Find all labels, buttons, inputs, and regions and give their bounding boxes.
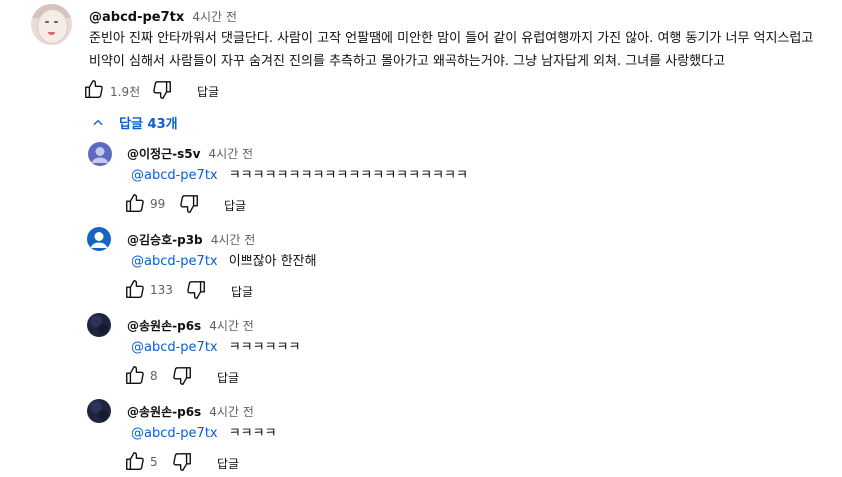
reply-header: @송원손-p6s 4시간 전 [127, 401, 254, 420]
comment-text-line: 준빈아 진짜 안타까워서 댓글단다. 사람이 고작 언팔땜에 미안한 맘이 들어… [89, 31, 814, 46]
reply-time[interactable]: 4시간 전 [209, 147, 254, 161]
reply-header: @김승호-p3b 4시간 전 [127, 229, 255, 248]
avatar[interactable] [87, 313, 111, 337]
like-button[interactable] [124, 364, 146, 386]
reply-author[interactable]: @송원손-p6s [127, 405, 201, 419]
like-button[interactable] [124, 192, 146, 214]
avatar[interactable] [31, 4, 72, 45]
like-button[interactable] [124, 450, 146, 472]
comment-text-line: 비약이 심해서 사람들이 자꾸 숨겨진 진의를 추측하고 몰아가고 왜곡하는거야… [89, 54, 726, 69]
dislike-button[interactable] [151, 79, 173, 101]
like-count: 99 [150, 197, 166, 211]
reply-time[interactable]: 4시간 전 [209, 319, 254, 333]
reply-button[interactable]: 답글 [217, 455, 239, 472]
reply-text-body: ㅋㅋㅋㅋㅋㅋㅋㅋㅋㅋㅋㅋㅋㅋㅋㅋㅋㅋㅋㅋ [228, 168, 468, 183]
reply-time[interactable]: 4시간 전 [211, 233, 256, 247]
replies-toggle-label: 답글 43개 [119, 117, 178, 132]
like-count: 5 [150, 455, 158, 469]
reply-mention-link[interactable]: @abcd-pe7tx [131, 340, 218, 355]
thumbs-down-icon [180, 195, 198, 213]
avatar[interactable] [87, 399, 111, 423]
reply-text: @abcd-pe7tx 이쁘잖아 한잔해 [131, 250, 317, 273]
reply-text-body: ㅋㅋㅋㅋㅋㅋ [228, 340, 301, 355]
avatar[interactable] [87, 227, 111, 251]
comment-author[interactable]: @abcd-pe7tx [89, 10, 184, 25]
reply-author[interactable]: @이정근-s5v [127, 147, 200, 161]
thumbs-up-icon [126, 280, 144, 298]
thumbs-down-icon [173, 453, 191, 471]
reply-header: @송원손-p6s 4시간 전 [127, 315, 254, 334]
reply-text-body: ㅋㅋㅋㅋ [228, 426, 277, 441]
comment-time[interactable]: 4시간 전 [192, 10, 237, 24]
reply-button[interactable]: 답글 [224, 197, 246, 214]
reply-button[interactable]: 답글 [217, 369, 239, 386]
like-button[interactable] [124, 278, 146, 300]
reply-button[interactable]: 답글 [231, 283, 253, 300]
reply-mention-link[interactable]: @abcd-pe7tx [131, 254, 218, 269]
replies-toggle-button[interactable]: 답글 43개 [91, 113, 178, 132]
reply-mention-link[interactable]: @abcd-pe7tx [131, 168, 218, 183]
reply-text-body: 이쁘잖아 한잔해 [228, 254, 317, 269]
dislike-button[interactable] [171, 365, 193, 387]
chevron-up-icon [93, 119, 103, 126]
like-button[interactable] [83, 78, 105, 100]
thumbs-up-icon [126, 366, 144, 384]
like-count: 133 [150, 283, 173, 297]
thumbs-down-icon [173, 367, 191, 385]
reply-time[interactable]: 4시간 전 [209, 405, 254, 419]
dislike-button[interactable] [171, 451, 193, 473]
comment-text: 준빈아 진짜 안타까워서 댓글단다. 사람이 고작 언팔땜에 미안한 맘이 들어… [89, 27, 813, 73]
like-count: 8 [150, 369, 158, 383]
avatar[interactable] [88, 142, 112, 166]
dislike-button[interactable] [185, 279, 207, 301]
thumbs-down-icon [153, 81, 171, 99]
comment-header: @abcd-pe7tx 4시간 전 [89, 6, 237, 25]
reply-button[interactable]: 답글 [197, 83, 219, 100]
reply-text: @abcd-pe7tx ㅋㅋㅋㅋㅋㅋ [131, 336, 300, 359]
reply-text: @abcd-pe7tx ㅋㅋㅋㅋ [131, 422, 277, 445]
thumbs-up-icon [85, 80, 103, 98]
thumbs-up-icon [126, 452, 144, 470]
reply-header: @이정근-s5v 4시간 전 [127, 143, 253, 162]
thumbs-up-icon [126, 194, 144, 212]
reply-author[interactable]: @송원손-p6s [127, 319, 201, 333]
reply-text: @abcd-pe7tx ㅋㅋㅋㅋㅋㅋㅋㅋㅋㅋㅋㅋㅋㅋㅋㅋㅋㅋㅋㅋ [131, 164, 468, 187]
reply-author[interactable]: @김승호-p3b [127, 233, 203, 247]
like-count: 1.9천 [110, 85, 141, 99]
reply-mention-link[interactable]: @abcd-pe7tx [131, 426, 218, 441]
thumbs-down-icon [187, 281, 205, 299]
dislike-button[interactable] [178, 193, 200, 215]
